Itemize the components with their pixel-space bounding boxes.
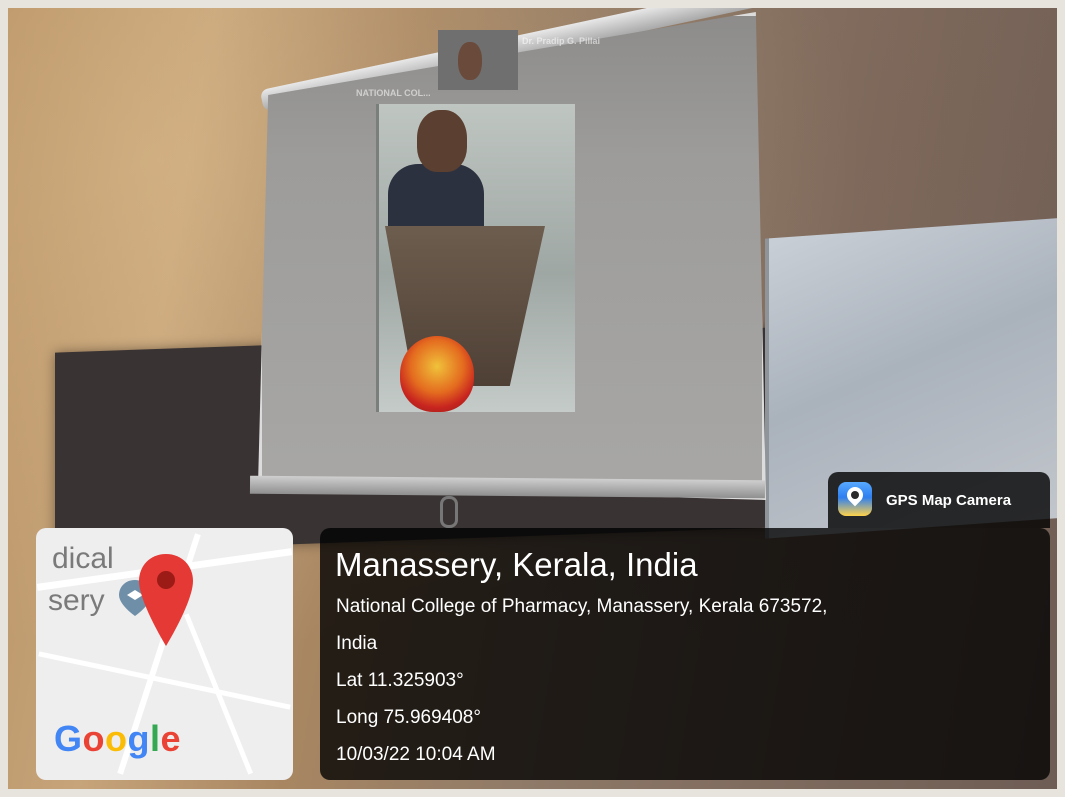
map-thumbnail: dical sery Google: [36, 528, 293, 780]
speaker-head: [417, 110, 467, 172]
latitude-text: Lat 11.325903°: [336, 670, 464, 691]
google-logo-letter: o: [82, 718, 106, 759]
app-icon-pin-dot: [851, 491, 859, 499]
speaker-body: [388, 164, 484, 234]
app-name: GPS Map Camera: [886, 492, 1012, 509]
map-road: [38, 651, 291, 710]
map-place-label-line2: sery: [48, 584, 105, 617]
location-title: Manassery, Kerala, India: [335, 546, 698, 583]
location-info-panel: Manassery, Kerala, India National Colleg…: [320, 528, 1050, 780]
address-line-2: India: [336, 633, 378, 654]
participant-thumbnail-face: [458, 42, 482, 80]
google-logo: Google: [54, 718, 181, 760]
google-logo-letter: e: [160, 718, 182, 759]
participant-label-left: NATIONAL COL...: [356, 88, 431, 98]
podium-emblem: [400, 336, 474, 412]
timestamp-text: 10/03/22 10:04 AM: [336, 744, 496, 765]
address-line-1: National College of Pharmacy, Manassery,…: [336, 596, 828, 617]
map-pin-icon: [139, 554, 193, 646]
google-logo-letter: o: [105, 718, 128, 759]
longitude-text: Long 75.969408°: [336, 707, 481, 728]
map-place-label-line1: dical: [52, 542, 114, 575]
participant-label-right: Dr. Pradip G. Pillai: [522, 36, 601, 46]
projector-screen-pull-handle: [440, 496, 458, 528]
gps-camera-icon: [838, 482, 872, 516]
app-badge: GPS Map Camera: [828, 472, 1050, 528]
google-logo-letter: g: [127, 718, 151, 759]
google-logo-letter: G: [54, 718, 83, 759]
google-logo-letter: l: [150, 718, 161, 759]
